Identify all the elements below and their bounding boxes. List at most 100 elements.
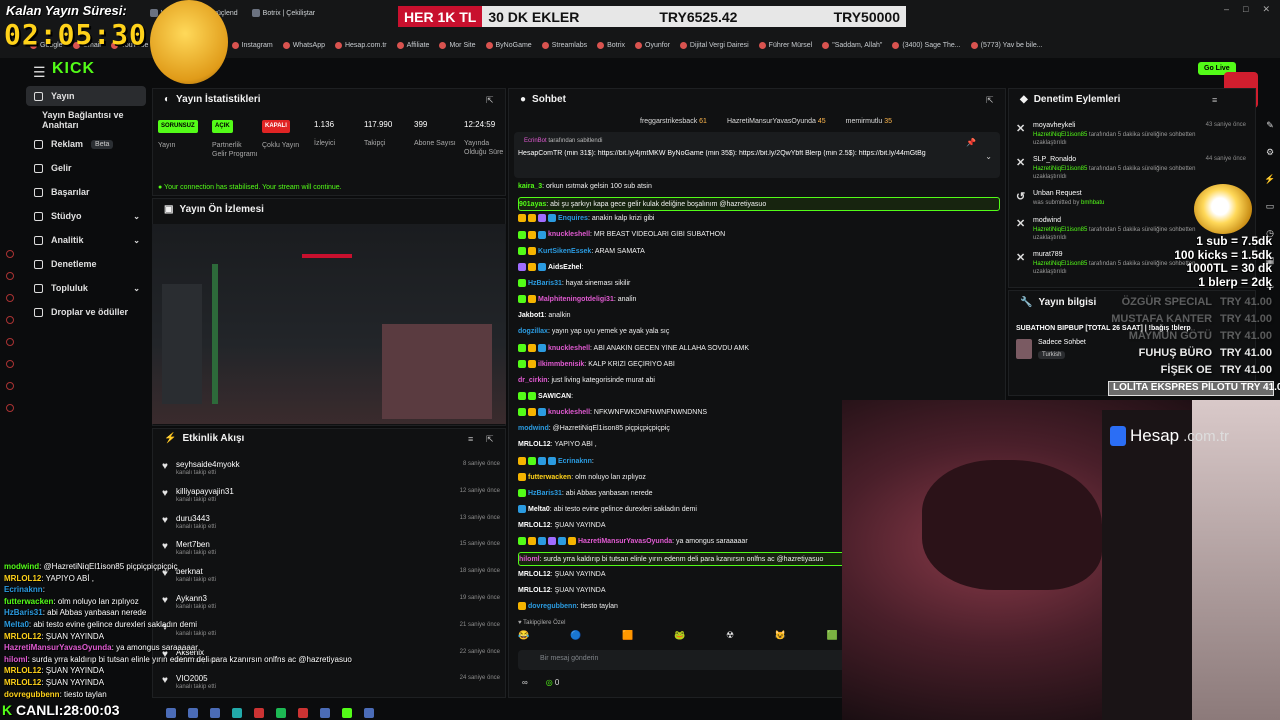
rail-icon[interactable] (6, 404, 14, 412)
activity-user[interactable]: VIO2005 (176, 674, 208, 683)
chat-username[interactable]: Ecrinaknn (558, 458, 592, 465)
chat-username[interactable]: MRLOL12 (518, 587, 551, 594)
infinity-icon[interactable]: ∞ (522, 678, 528, 687)
mod-target[interactable]: modwind (1033, 217, 1061, 224)
taskbar-app-icon[interactable] (232, 707, 242, 718)
chat-username[interactable]: HzBaris31 (528, 280, 562, 287)
top-gifter[interactable]: freggarstrikesback 61 (640, 118, 707, 125)
chat-username[interactable]: AidsEzhel (548, 264, 581, 271)
sidebar-item-gelir[interactable]: Gelir (26, 158, 146, 178)
emote-icon[interactable]: 🔵 (570, 630, 581, 644)
chat-username[interactable]: modwind (518, 425, 549, 432)
chat-username[interactable]: knuckleshell (548, 345, 590, 352)
sidebar-item-reklam[interactable]: Reklam Beta (26, 134, 146, 154)
pin-icon[interactable]: 📌 (966, 138, 976, 147)
top-gifter[interactable]: memirmutlu 35 (846, 118, 892, 125)
activity-user[interactable]: berknat (176, 567, 203, 576)
sidebar-item-ba-ar-lar[interactable]: Başarılar (26, 182, 146, 202)
chat-username[interactable]: dr_cirkin (518, 377, 548, 384)
stream-preview-video[interactable] (152, 224, 506, 424)
bookmark-item[interactable]: ByNoGame (485, 41, 532, 49)
bookmark-item[interactable]: Streamlabs (541, 41, 587, 49)
bookmark-item[interactable]: WhatsApp (282, 41, 325, 49)
sidebar-item-yay-n[interactable]: Yayın (26, 86, 146, 106)
chat-username[interactable]: MRLOL12 (518, 522, 551, 529)
rail-icon[interactable] (6, 316, 14, 324)
chat-username[interactable]: 901ayas (519, 201, 546, 208)
emote-icon[interactable]: 🟩 (827, 630, 838, 644)
emote-icon[interactable]: 🐸 (674, 630, 685, 644)
chat-username[interactable]: MRLOL12 (518, 571, 551, 578)
activity-user[interactable]: duru3443 (176, 514, 210, 523)
bolt-icon[interactable]: ⚡ (1264, 174, 1275, 185)
bookmark-item[interactable]: "Saddam, Allah" (822, 41, 882, 49)
taskbar-app-icon[interactable] (364, 707, 374, 718)
filter-icon[interactable]: ≡ (1212, 95, 1217, 105)
bookmark-item[interactable]: Führer Mürsel (758, 41, 812, 49)
chat-username[interactable]: KurtSikenEssek (538, 248, 591, 255)
chat-username[interactable]: Melta0 (528, 506, 550, 513)
popout-icon[interactable]: ⇱ (486, 434, 494, 445)
rail-icon[interactable] (6, 272, 14, 280)
chat-username[interactable]: Malphiteningotdeligi31 (538, 296, 614, 303)
taskbar-app-icon[interactable] (210, 707, 220, 718)
chat-username[interactable]: futterwacken (528, 474, 571, 481)
chat-username[interactable]: ilkimmbenisik (538, 361, 584, 368)
emote-icon[interactable]: ☢ (726, 630, 734, 644)
chevron-down-icon[interactable]: ⌄ (985, 152, 992, 161)
chat-username[interactable]: Jakbot1 (518, 312, 544, 319)
emote-icon[interactable]: 😺 (775, 630, 786, 644)
bookmark-item[interactable]: Mor Site (439, 41, 476, 49)
bookmark-item[interactable]: Oyunfor (635, 41, 670, 49)
chat-username[interactable]: kaira_3 (518, 183, 542, 190)
chat-username[interactable]: hiloml (519, 556, 540, 563)
chat-username[interactable]: dogzillax (518, 328, 548, 335)
close-button[interactable]: ✕ (1262, 4, 1270, 15)
taskbar-app-icon[interactable] (276, 707, 286, 718)
activity-user[interactable]: killiyapayvajin31 (176, 487, 234, 496)
bookmark-item[interactable]: (5773) Yav be bile... (970, 41, 1043, 49)
taskbar-app-icon[interactable] (320, 707, 330, 718)
mod-target[interactable]: SLP_Ronaldo (1033, 156, 1076, 163)
bookmark-item[interactable]: Hesap.com.tr (334, 41, 387, 49)
popout-icon[interactable]: ⇱ (986, 95, 994, 106)
rail-icon[interactable] (6, 360, 14, 368)
rail-icon[interactable] (6, 250, 14, 258)
bookmark-item[interactable]: Dijital Vergi Dairesi (679, 41, 749, 49)
chat-username[interactable]: HzBaris31 (528, 490, 562, 497)
chat-username[interactable]: SAWICAN (538, 393, 571, 400)
bookmark-item[interactable]: (3400) Sage The... (892, 41, 961, 49)
sidebar-item-analitik[interactable]: Analitik ⌄ (26, 230, 146, 250)
chat-username[interactable]: Enquires (558, 215, 588, 222)
activity-user[interactable]: seyhsaide4myokk (176, 460, 240, 469)
taskbar-app-icon[interactable] (342, 707, 352, 718)
browser-tab[interactable]: Botrix | Çekiliştar (251, 9, 315, 17)
category-name[interactable]: Sadece Sohbet (1038, 339, 1086, 346)
bookmark-item[interactable]: Instagram (231, 41, 273, 49)
taskbar-app-icon[interactable] (166, 707, 176, 718)
minimize-button[interactable]: – (1224, 4, 1229, 15)
chat-username[interactable]: MRLOL12 (518, 441, 551, 448)
rail-icon[interactable] (6, 382, 14, 390)
top-gifter[interactable]: HazretiMansurYavasOyunda 45 (727, 118, 826, 125)
sidebar-item-droplar-ve-d-ller[interactable]: Droplar ve ödüller (26, 302, 146, 322)
rail-icon[interactable] (6, 294, 14, 302)
popout-icon[interactable]: ⇱ (486, 95, 494, 106)
settings-icon[interactable]: ⚙ (1266, 147, 1274, 158)
maximize-button[interactable]: □ (1243, 4, 1248, 15)
sidebar-item-topluluk[interactable]: Topluluk ⌄ (26, 278, 146, 298)
sidebar-item-st-dyo[interactable]: Stüdyo ⌄ (26, 206, 146, 226)
taskbar-app-icon[interactable] (254, 707, 264, 718)
chat-username[interactable]: HazretiMansurYavasOyunda (578, 538, 672, 545)
activity-user[interactable]: Aykann3 (176, 594, 207, 603)
card-icon[interactable]: ▭ (1266, 201, 1275, 212)
bookmark-item[interactable]: Affiliate (396, 41, 429, 49)
rail-icon[interactable] (6, 338, 14, 346)
emote-icon[interactable]: 🟧 (622, 630, 633, 644)
bookmark-item[interactable]: Botrix (597, 41, 625, 49)
mod-target[interactable]: moyavheykeli (1033, 122, 1075, 129)
filter-icon[interactable]: ≡ (468, 434, 473, 444)
menu-icon[interactable]: ☰ (33, 64, 46, 81)
taskbar-app-icon[interactable] (188, 707, 198, 718)
mod-target[interactable]: murat789 (1033, 251, 1063, 258)
